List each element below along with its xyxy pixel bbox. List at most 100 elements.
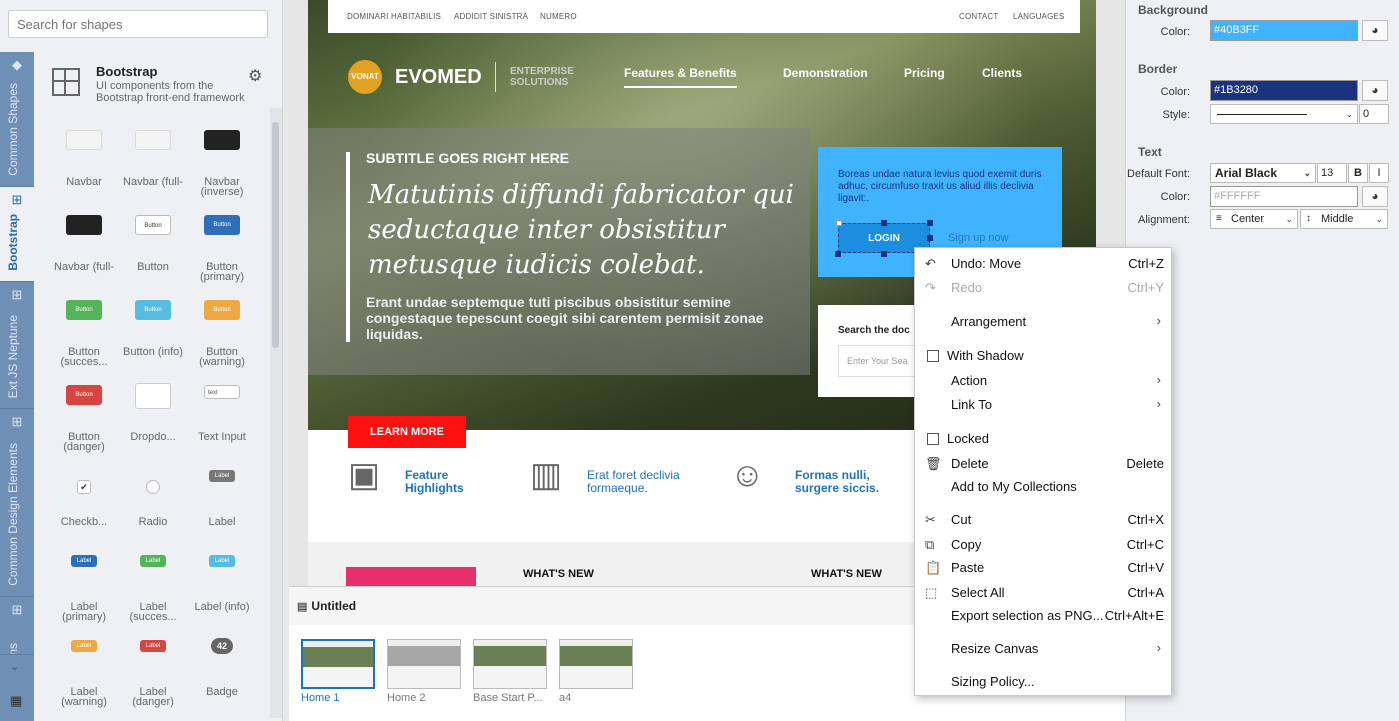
bg-color-field[interactable]: #40B3FF <box>1210 20 1358 41</box>
menu-item-locked[interactable]: Locked <box>915 428 1173 450</box>
menu-item-link-to[interactable]: Link To › <box>915 394 1173 416</box>
tab-common-shapes[interactable]: ◆ Common Shapes <box>0 52 34 187</box>
menu-item-with-shadow[interactable]: With Shadow <box>915 345 1173 367</box>
tab-bootstrap[interactable]: ⊞ Bootstrap <box>0 187 34 282</box>
apps-grid-icon[interactable]: ▦ <box>10 693 22 709</box>
shape-item[interactable]: Label Label (succes... <box>118 543 188 628</box>
shape-item[interactable]: Button Button (primary) <box>187 203 257 288</box>
shape-search-input[interactable] <box>8 10 268 38</box>
shape-item[interactable]: Button Button (danger) <box>49 373 119 458</box>
tab-ext-js-neptune[interactable]: ⊞ Ext JS Neptune <box>0 282 34 409</box>
gear-icon[interactable]: ⚙ <box>248 66 262 86</box>
shape-item[interactable]: Label Label (danger) <box>118 628 188 713</box>
menu-item-undo[interactable]: ↶ Undo: Move Ctrl+Z <box>915 253 1173 275</box>
nav-link[interactable]: ADDIDIT SINISTRA <box>454 12 528 21</box>
main-nav-item[interactable]: Demonstration <box>783 66 868 80</box>
bold-button[interactable]: B <box>1348 163 1368 183</box>
border-width-input[interactable]: 0 <box>1359 104 1389 124</box>
hero-paragraph[interactable]: Erant undae septemque tuti piscibus obsi… <box>366 294 796 342</box>
horizontal-align-select[interactable]: ≡ Center ⌄ <box>1210 209 1298 229</box>
learn-more-button[interactable]: LEARN MORE <box>348 416 466 448</box>
resize-handle[interactable] <box>836 220 842 226</box>
page-label[interactable]: Base Start P... <box>473 692 543 704</box>
menu-item-select-all[interactable]: ⬚ Select All Ctrl+A <box>915 582 1173 604</box>
main-nav-item[interactable]: Features & Benefits <box>624 66 737 88</box>
shape-item[interactable]: 42 Badge <box>187 628 257 713</box>
shape-item[interactable]: Navbar (full- <box>118 118 188 203</box>
menu-item-copy[interactable]: ⧉ Copy Ctrl+C <box>915 534 1173 556</box>
palette-icon[interactable]: ◕ <box>1362 80 1388 101</box>
menu-item-paste[interactable]: 📋 Paste Ctrl+V <box>915 557 1173 579</box>
menu-item-sizing-policy[interactable]: Sizing Policy... <box>915 671 1173 693</box>
whats-new-heading[interactable]: WHAT'S NEW <box>811 568 882 580</box>
page-thumb-a4[interactable] <box>559 639 633 689</box>
signup-link[interactable]: Sign up now <box>948 232 1009 244</box>
menu-item-arrangement[interactable]: Arrangement › <box>915 311 1173 333</box>
menu-item-resize-canvas[interactable]: Resize Canvas › <box>915 638 1173 660</box>
page-label[interactable]: a4 <box>559 692 571 704</box>
resize-handle[interactable] <box>881 251 887 257</box>
logo-subtitle[interactable]: ENTERPRISE SOLUTIONS <box>510 66 585 88</box>
feature-text[interactable]: Feature Highlights <box>405 469 505 495</box>
signup-text[interactable]: Boreas undae natura levius quod exemit d… <box>838 169 1053 205</box>
menu-item-cut[interactable]: ✂ Cut Ctrl+X <box>915 509 1173 531</box>
vertical-align-select[interactable]: ↕ Middle ⌄ <box>1300 209 1388 229</box>
main-nav-item[interactable]: Clients <box>982 66 1022 80</box>
hero-subtitle[interactable]: SUBTITLE GOES RIGHT HERE <box>366 150 569 166</box>
page-thumb-home-2[interactable] <box>387 639 461 689</box>
scrollbar-thumb[interactable] <box>272 122 279 348</box>
shape-item[interactable]: Button Button <box>118 203 188 288</box>
palette-icon[interactable]: ◕ <box>1362 20 1388 41</box>
doc-search-box[interactable]: Search the doc Enter Your Sea <box>818 305 938 397</box>
nav-link[interactable]: CONTACT <box>959 12 998 21</box>
feature-text[interactable]: Erat foret declivia formaeque. <box>587 469 687 495</box>
page-thumb-base-start[interactable] <box>473 639 547 689</box>
feature-text[interactable]: Formas nulli, surgere siccis. <box>795 469 895 495</box>
main-nav-item[interactable]: Pricing <box>904 66 945 80</box>
tab-common-design-elements[interactable]: ⊞ Common Design Elements <box>0 409 34 597</box>
shape-item[interactable]: Label Label (primary) <box>49 543 119 628</box>
menu-item-delete[interactable]: 🗑 Delete Delete <box>915 453 1173 475</box>
site-top-nav[interactable]: DOMINARI HABITABILIS ADDIDIT SINISTRA NU… <box>328 0 1080 33</box>
menu-item-export-png[interactable]: Export selection as PNG... Ctrl+Alt+E <box>915 605 1173 627</box>
nav-link[interactable]: NUMERO <box>540 12 577 21</box>
logo-badge[interactable]: VONAT <box>348 60 382 94</box>
shape-item[interactable]: Label Label <box>187 458 257 543</box>
resize-handle[interactable] <box>881 220 887 226</box>
shape-item[interactable]: Navbar (full- <box>49 203 119 288</box>
hero-headline[interactable]: Matutinis diffundi fabricator qui seduct… <box>368 178 808 283</box>
whats-new-heading[interactable]: WHAT'S NEW <box>523 568 594 580</box>
shape-item[interactable]: Button Button (info) <box>118 288 188 373</box>
resize-handle[interactable] <box>927 235 933 241</box>
nav-link[interactable]: DOMINARI HABITABILIS <box>347 12 441 21</box>
chevron-down-icon[interactable]: ⌄ <box>10 660 19 673</box>
logo-text[interactable]: EVOMED <box>395 66 482 89</box>
page-thumb-home-1[interactable] <box>301 639 375 689</box>
shape-item[interactable]: Label Label (info) <box>187 543 257 628</box>
shape-item[interactable]: Navbar <box>49 118 119 203</box>
menu-item-action[interactable]: Action › <box>915 370 1173 392</box>
text-color-field[interactable]: #FFFFFF <box>1210 186 1358 207</box>
shape-item[interactable]: Label Label (warning) <box>49 628 119 713</box>
font-size-input[interactable]: 13 <box>1317 163 1347 183</box>
font-select[interactable]: Arial Black ⌄ <box>1210 163 1316 183</box>
shape-item[interactable]: ✔ Checkb... <box>49 458 119 543</box>
resize-handle[interactable] <box>927 220 933 226</box>
tab-icons[interactable]: ⊞ Icons <box>0 597 34 655</box>
border-style-select[interactable]: ⌄ <box>1210 104 1358 124</box>
menu-item-redo[interactable]: ↷ Redo Ctrl+Y <box>915 277 1173 299</box>
italic-button[interactable]: I <box>1369 163 1389 183</box>
shape-item[interactable]: text Text Input <box>187 373 257 458</box>
nav-link[interactable]: LANGUAGES <box>1013 12 1065 21</box>
border-color-field[interactable]: #1B3280 <box>1210 80 1358 101</box>
menu-item-add-to-collections[interactable]: Add to My Collections <box>915 476 1173 498</box>
page-label[interactable]: Home 1 <box>301 692 340 704</box>
shape-item[interactable]: Dropdo... <box>118 373 188 458</box>
shape-item[interactable]: Button Button (warning) <box>187 288 257 373</box>
shape-item[interactable]: Navbar (inverse) <box>187 118 257 203</box>
palette-icon[interactable]: ◕ <box>1362 186 1388 207</box>
shape-item[interactable]: Button Button (succes... <box>49 288 119 373</box>
resize-handle[interactable] <box>835 251 841 257</box>
page-label[interactable]: Home 2 <box>387 692 426 704</box>
shape-item[interactable]: Radio <box>118 458 188 543</box>
